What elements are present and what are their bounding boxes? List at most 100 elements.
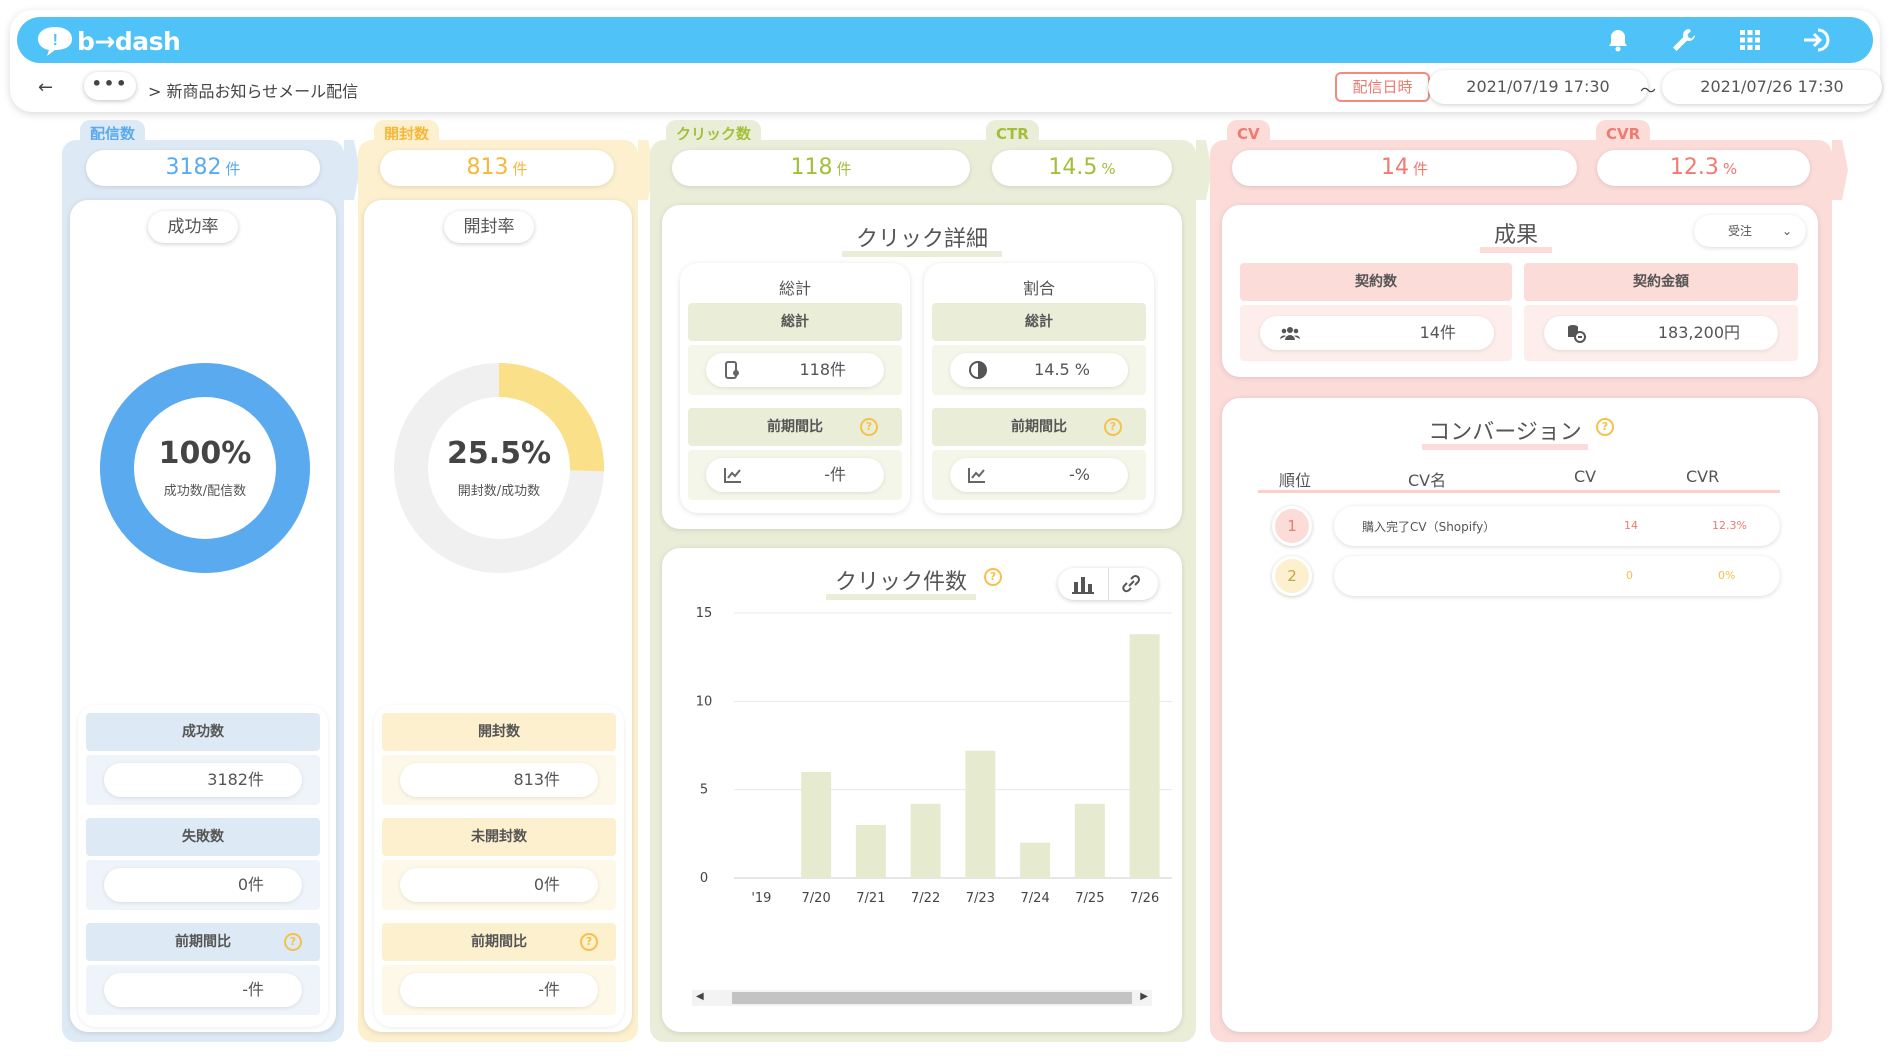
chart-bar[interactable] — [1020, 842, 1051, 878]
cvr-unit: % — [1722, 160, 1738, 178]
click-detail-panel: クリック詳細 総計 総計 118件 前期間比 ? -件 割合 総計 14.5 %… — [662, 205, 1182, 529]
table-row[interactable]: 0 0% — [1334, 556, 1780, 596]
chart-bar[interactable] — [1129, 634, 1160, 878]
chart-bar[interactable] — [801, 772, 832, 878]
scrollbar-thumb[interactable] — [732, 992, 1132, 1004]
col-cvr: CVR — [1686, 467, 1720, 486]
click-chart-title: クリック件数 — [826, 564, 976, 600]
open-rate-value: 25.5% — [446, 436, 552, 471]
unopened-value: 0件 — [400, 868, 598, 902]
open-count-value: 813件 — [400, 763, 598, 797]
chart-bar[interactable] — [1074, 803, 1105, 878]
coin-icon — [1568, 325, 1586, 343]
x-tick-label: 7/20 — [802, 891, 831, 906]
back-arrow-icon[interactable]: ← — [38, 77, 53, 98]
wrench-icon[interactable] — [1667, 25, 1701, 55]
col-rank: 順位 — [1279, 471, 1312, 490]
click-ratio-sub: 総計 — [932, 303, 1146, 341]
help-icon[interactable]: ? — [860, 418, 878, 436]
help-icon[interactable]: ? — [580, 933, 598, 951]
open-stats: 開封数 813件 未開封数 0件 前期間比 ? -件 — [374, 705, 624, 1027]
scroll-left-icon[interactable]: ◀ — [696, 991, 704, 1002]
more-button[interactable]: ••• — [84, 72, 136, 100]
click-detail-title-text: クリック詳細 — [855, 227, 988, 252]
cvr-value: 12.3% — [1712, 519, 1747, 532]
chart-bar[interactable] — [855, 825, 886, 878]
title-underline — [826, 594, 976, 600]
end-date-field[interactable]: 2021/07/26 17:30 — [1662, 70, 1882, 104]
breadcrumb: > 新商品お知らせメール配信 — [148, 78, 358, 102]
start-date-field[interactable]: 2021/07/19 17:30 — [1428, 70, 1648, 104]
grid-icon[interactable] — [1733, 25, 1767, 55]
results-title-text: 成果 — [1493, 223, 1538, 248]
click-total-card: 総計 総計 118件 前期間比 ? -件 — [680, 263, 910, 513]
open-panel: 開封率 25.5% 開封数/成功数 開封数 813件 未開封数 0件 前期間比 … — [364, 200, 632, 1032]
conversion-title: コンバージョン — [1422, 414, 1588, 450]
chart-bar[interactable] — [965, 750, 996, 878]
cv-count: 14 — [1380, 155, 1409, 180]
help-icon[interactable]: ? — [284, 933, 302, 951]
help-icon[interactable]: ? — [984, 568, 1002, 586]
date-tilde: 〜 — [1640, 81, 1657, 100]
ctr-value: 14.5 — [1048, 155, 1098, 180]
cvr-value: 0% — [1718, 569, 1736, 582]
ctr-unit: % — [1101, 160, 1116, 178]
fail-count-label: 失敗数 — [86, 818, 320, 856]
toggle-divider — [1108, 568, 1109, 600]
delivery-prev-value: -件 — [104, 973, 302, 1007]
chart-scrollbar[interactable]: ◀ ▶ — [692, 990, 1152, 1006]
click-detail-title: クリック詳細 — [842, 221, 1002, 257]
open-count-pill: 813 件 — [380, 150, 614, 186]
header-divider — [1258, 490, 1780, 493]
logo[interactable]: ! b→dash — [35, 24, 181, 58]
results-title: 成果 — [1480, 217, 1552, 253]
top-bar: ! b→dash — [17, 17, 1873, 63]
cvr-value: 12.3 — [1669, 155, 1719, 180]
help-icon[interactable]: ? — [1596, 418, 1614, 436]
success-count-label: 成功数 — [86, 713, 320, 751]
mobile-click-icon — [725, 361, 739, 379]
click-unit: 件 — [836, 160, 852, 178]
success-rate-title: 成功率 — [148, 211, 238, 243]
scroll-right-icon[interactable]: ▶ — [1140, 991, 1148, 1002]
click-count: 118 — [790, 155, 833, 180]
click-ratio-card: 割合 総計 14.5 % 前期間比 ? -% — [924, 263, 1154, 513]
results-type-select[interactable]: 受注 ⌄ — [1694, 215, 1806, 247]
delivery-count-pill: 3182 件 — [86, 150, 320, 186]
chart-bar[interactable] — [910, 803, 941, 878]
x-tick-label: '19 — [751, 891, 771, 906]
title-underline — [1480, 247, 1552, 253]
click-chart-title-text: クリック件数 — [834, 570, 967, 595]
open-rate-title: 開封率 — [444, 211, 534, 243]
fail-count-value: 0件 — [104, 868, 302, 902]
rank-badge: 2 — [1272, 556, 1312, 596]
results-panel: 成果 受注 ⌄ 契約数 契約金額 14件 183,200円 — [1222, 205, 1818, 377]
open-count-label: 開封数 — [382, 713, 616, 751]
cvr-pill: 12.3% — [1597, 150, 1810, 186]
success-rate-sub: 成功数/配信数 — [163, 484, 247, 499]
breadcrumb-current[interactable]: 新商品お知らせメール配信 — [167, 82, 359, 101]
breadcrumb-separator: > — [148, 82, 162, 101]
date-range-label: 配信日時 — [1335, 72, 1430, 102]
table-row[interactable]: 購入完了CV（Shopify） 14 12.3% — [1334, 506, 1780, 546]
click-total-sub: 総計 — [688, 303, 902, 341]
y-tick-label: 0 — [700, 871, 708, 886]
success-count-value: 3182件 — [104, 763, 302, 797]
link-icon[interactable] — [1120, 574, 1142, 594]
chevron-down-icon: ⌄ — [1781, 224, 1792, 238]
rank-badge: 1 — [1272, 506, 1312, 546]
help-icon[interactable]: ? — [1104, 418, 1122, 436]
click-ratio-head: 割合 — [1022, 279, 1055, 298]
delivery-panel: 成功率 100% 成功数/配信数 成功数 3182件 失敗数 0件 前期間比 ?… — [70, 200, 336, 1032]
cv-arrow — [1832, 140, 1848, 200]
bar-chart-icon[interactable] — [1072, 574, 1094, 594]
open-count: 813 — [466, 155, 509, 180]
contract-amount-label: 契約金額 — [1524, 263, 1798, 301]
line-chart-icon — [968, 468, 985, 483]
y-tick-label: 5 — [700, 783, 708, 798]
bell-icon[interactable] — [1601, 25, 1635, 55]
results-type-value: 受注 — [1728, 224, 1753, 238]
delivery-stats: 成功数 3182件 失敗数 0件 前期間比 ? -件 — [78, 705, 328, 1027]
title-underline — [842, 251, 1002, 257]
logout-icon[interactable] — [1799, 25, 1833, 55]
